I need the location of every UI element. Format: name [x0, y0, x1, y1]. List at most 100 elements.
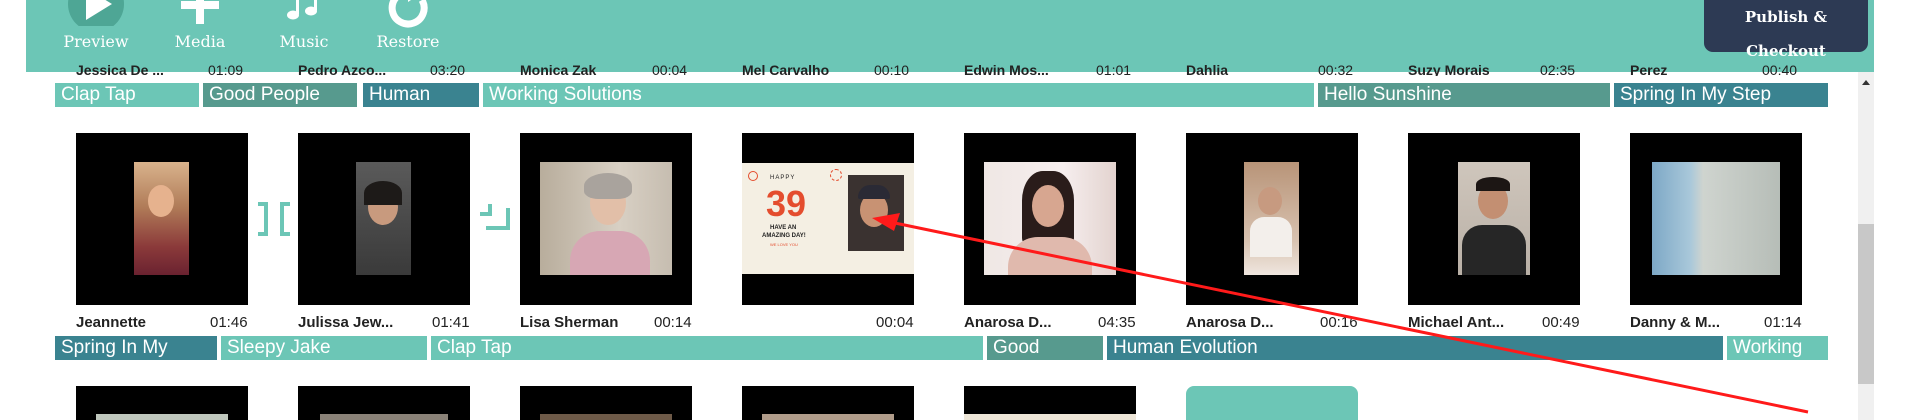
face: [1258, 187, 1282, 215]
preview-label: Preview: [63, 32, 129, 51]
face: [1032, 185, 1064, 227]
card-text: AMAZING DAY!: [762, 233, 806, 239]
clip-name: Anarosa D...: [964, 314, 1052, 331]
clip-duration: 00:49: [1542, 314, 1580, 331]
video-thumbnail[interactable]: [1408, 133, 1580, 305]
music-clip[interactable]: Working: [1727, 336, 1828, 360]
card: HAPPY 39 HAVE AN AMAZING DAY! WE LOVE YO…: [742, 163, 914, 274]
firework-icon: [748, 171, 758, 181]
clip-duration: 00:14: [654, 314, 692, 331]
shirt: [1250, 217, 1292, 257]
clip-duration: 03:20: [430, 62, 466, 76]
clip-name: Monica Zak: [520, 62, 597, 76]
clip-name: Danny & M...: [1630, 314, 1721, 331]
card-text: WE LOVE YOU: [770, 242, 798, 247]
music-clip[interactable]: Sleepy Jake: [221, 336, 427, 360]
clip-duration: 00:04: [876, 314, 914, 331]
video-thumbnail[interactable]: [76, 133, 248, 305]
video-frame: [964, 414, 1136, 420]
music-clip[interactable]: Spring In My Step: [1614, 83, 1828, 107]
music-clip[interactable]: Hello Sunshine: [1318, 83, 1610, 107]
media-button[interactable]: Media: [160, 0, 240, 51]
add-clip-placeholder[interactable]: [1186, 386, 1358, 420]
music-clip[interactable]: Spring In My: [55, 336, 217, 360]
clip-duration: 00:10: [874, 62, 910, 76]
video-thumbnail[interactable]: [520, 133, 692, 305]
video-thumbnail[interactable]: [520, 386, 692, 420]
scrollbar-thumb[interactable]: [1858, 224, 1874, 384]
music-button[interactable]: Music: [264, 0, 344, 51]
music-clip[interactable]: Clap Tap: [55, 83, 199, 107]
restore-label: Restore: [376, 32, 440, 51]
video-thumbnail[interactable]: [964, 133, 1136, 305]
music-clip[interactable]: Good People: [203, 83, 357, 107]
media-label: Media: [174, 32, 226, 51]
clip-name: Pedro Azco...: [298, 62, 387, 76]
video-frame: [320, 414, 448, 420]
video-thumbnail[interactable]: [76, 386, 248, 420]
restore-button[interactable]: Restore: [368, 0, 448, 51]
clip-name: Jessica De ...: [76, 62, 164, 76]
clip-name: Anarosa D...: [1186, 314, 1274, 331]
shirt: [570, 231, 650, 275]
clip-duration: 01:09: [208, 62, 244, 76]
preview-button[interactable]: Preview: [56, 0, 136, 51]
clip-duration: 02:35: [1540, 62, 1576, 76]
birthday-card-thumbnail[interactable]: HAPPY 39 HAVE AN AMAZING DAY! WE LOVE YO…: [742, 133, 914, 305]
card-number: 39: [766, 183, 807, 224]
video-frame: [1652, 162, 1780, 275]
clip-duration: 00:32: [1318, 62, 1354, 76]
transition-icon[interactable]: [476, 200, 516, 240]
clip-duration: 04:35: [1098, 314, 1136, 331]
video-thumbnail[interactable]: [298, 133, 470, 305]
clip-name: Mel Carvalho: [742, 62, 830, 76]
music-clip[interactable]: Good: [987, 336, 1103, 360]
clip-name: Dahlia: [1186, 62, 1229, 76]
play-icon: [68, 0, 124, 26]
clip-duration: 00:04: [652, 62, 688, 76]
card-text: HAVE AN: [770, 225, 797, 231]
video-frame: [540, 414, 672, 420]
video-thumbnail[interactable]: [298, 386, 470, 420]
music-clip[interactable]: Clap Tap: [431, 336, 983, 360]
scroll-up-arrow[interactable]: [1858, 76, 1874, 88]
video-frame: [134, 162, 189, 275]
video-frame: [762, 414, 894, 420]
clip-duration: 00:16: [1320, 314, 1358, 331]
hair: [1476, 177, 1510, 191]
card-text: HAPPY: [770, 175, 796, 181]
music-label: Music: [279, 32, 329, 51]
clip-name: Suzy Morais: [1408, 62, 1490, 76]
split-icon[interactable]: [254, 202, 294, 236]
clip-duration: 01:46: [210, 314, 248, 331]
video-frame: [96, 414, 228, 420]
cap: [858, 185, 890, 199]
video-thumbnail[interactable]: [742, 386, 914, 420]
publish-checkout-button[interactable]: Publish & Checkout: [1704, 0, 1868, 60]
firework-icon: [830, 169, 842, 181]
video-thumbnail[interactable]: [1630, 133, 1802, 305]
clip-duration: 00:40: [1762, 62, 1798, 76]
clip-name: Jeannette: [76, 314, 147, 331]
clip-duration: 01:01: [1096, 62, 1132, 76]
clip-name: Lisa Sherman: [520, 314, 619, 331]
hair: [584, 173, 632, 199]
clip-name: Michael Ant...: [1408, 314, 1505, 331]
clip-name: Edwin Mos...: [964, 62, 1049, 76]
clip-name: Perez: [1630, 62, 1668, 76]
clip-duration: 01:41: [432, 314, 470, 331]
clip-duration: 01:14: [1764, 314, 1802, 331]
shirt: [1008, 237, 1092, 275]
video-thumbnail[interactable]: [964, 386, 1136, 420]
restore-icon: [388, 0, 428, 28]
hair: [364, 181, 402, 205]
plus-icon: [181, 0, 219, 24]
music-clip[interactable]: Human Evolution: [1107, 336, 1723, 360]
video-thumbnail[interactable]: [1186, 133, 1358, 305]
shirt: [1462, 225, 1526, 275]
clip-name: Julissa Jew...: [298, 314, 394, 331]
music-note-icon: [287, 0, 317, 20]
music-clip[interactable]: Human: [363, 83, 479, 107]
face: [148, 185, 174, 217]
music-clip[interactable]: Working Solutions: [483, 83, 1314, 107]
